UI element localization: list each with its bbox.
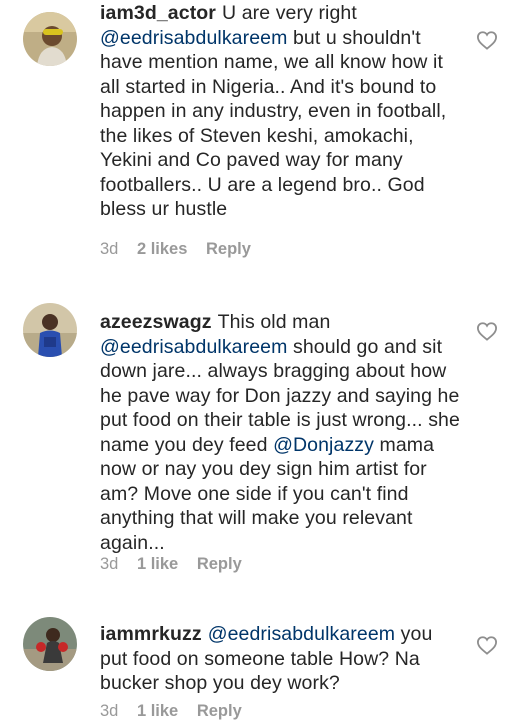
heart-outline-icon[interactable] [476, 635, 498, 655]
user-avatar-icon [23, 303, 77, 357]
comment-username[interactable]: azeezswagz [100, 311, 212, 333]
reply-button[interactable]: Reply [197, 555, 242, 573]
comment-text: iammrkuzz @eedrisabdulkareem you put food… [100, 622, 460, 696]
comment-time: 3d [100, 240, 119, 258]
mention-link[interactable]: @Donjazzy [273, 434, 374, 456]
comment-meta: 3d 1 like Reply [100, 555, 256, 574]
comment-meta: 3d 1 like Reply [100, 702, 256, 721]
mention-link[interactable]: @eedrisabdulkareem [208, 623, 395, 645]
user-avatar-icon [23, 12, 77, 66]
likes-count-link[interactable]: 2 likes [137, 240, 187, 258]
avatar[interactable] [23, 12, 77, 66]
avatar[interactable] [23, 617, 77, 671]
comment-meta: 3d 2 likes Reply [100, 240, 265, 259]
avatar[interactable] [23, 303, 77, 357]
likes-count-link[interactable]: 1 like [137, 555, 178, 573]
comment-text-part: U are very right [222, 2, 357, 24]
comment-username[interactable]: iam3d_actor [100, 2, 216, 24]
comment-text-part: but u shouldn't have mention name, we al… [100, 26, 447, 221]
likes-count-link[interactable]: 1 like [137, 702, 178, 720]
mention-link[interactable]: @eedrisabdulkareem [100, 27, 287, 49]
reply-button[interactable]: Reply [206, 240, 251, 258]
comment-text: azeezswagz This old man @eedrisabdulkaree… [100, 310, 460, 555]
comment-time: 3d [100, 702, 119, 720]
heart-outline-icon[interactable] [476, 321, 498, 341]
heart-outline-icon[interactable] [476, 30, 498, 50]
comment-text: iam3d_actor U are very right @eedrisabdul… [100, 1, 460, 222]
comment-username[interactable]: iammrkuzz [100, 623, 202, 645]
comment-time: 3d [100, 555, 119, 573]
mention-link[interactable]: @eedrisabdulkareem [100, 336, 287, 358]
comment-text-part: This old man [217, 311, 331, 333]
user-avatar-icon [23, 617, 77, 671]
reply-button[interactable]: Reply [197, 702, 242, 720]
